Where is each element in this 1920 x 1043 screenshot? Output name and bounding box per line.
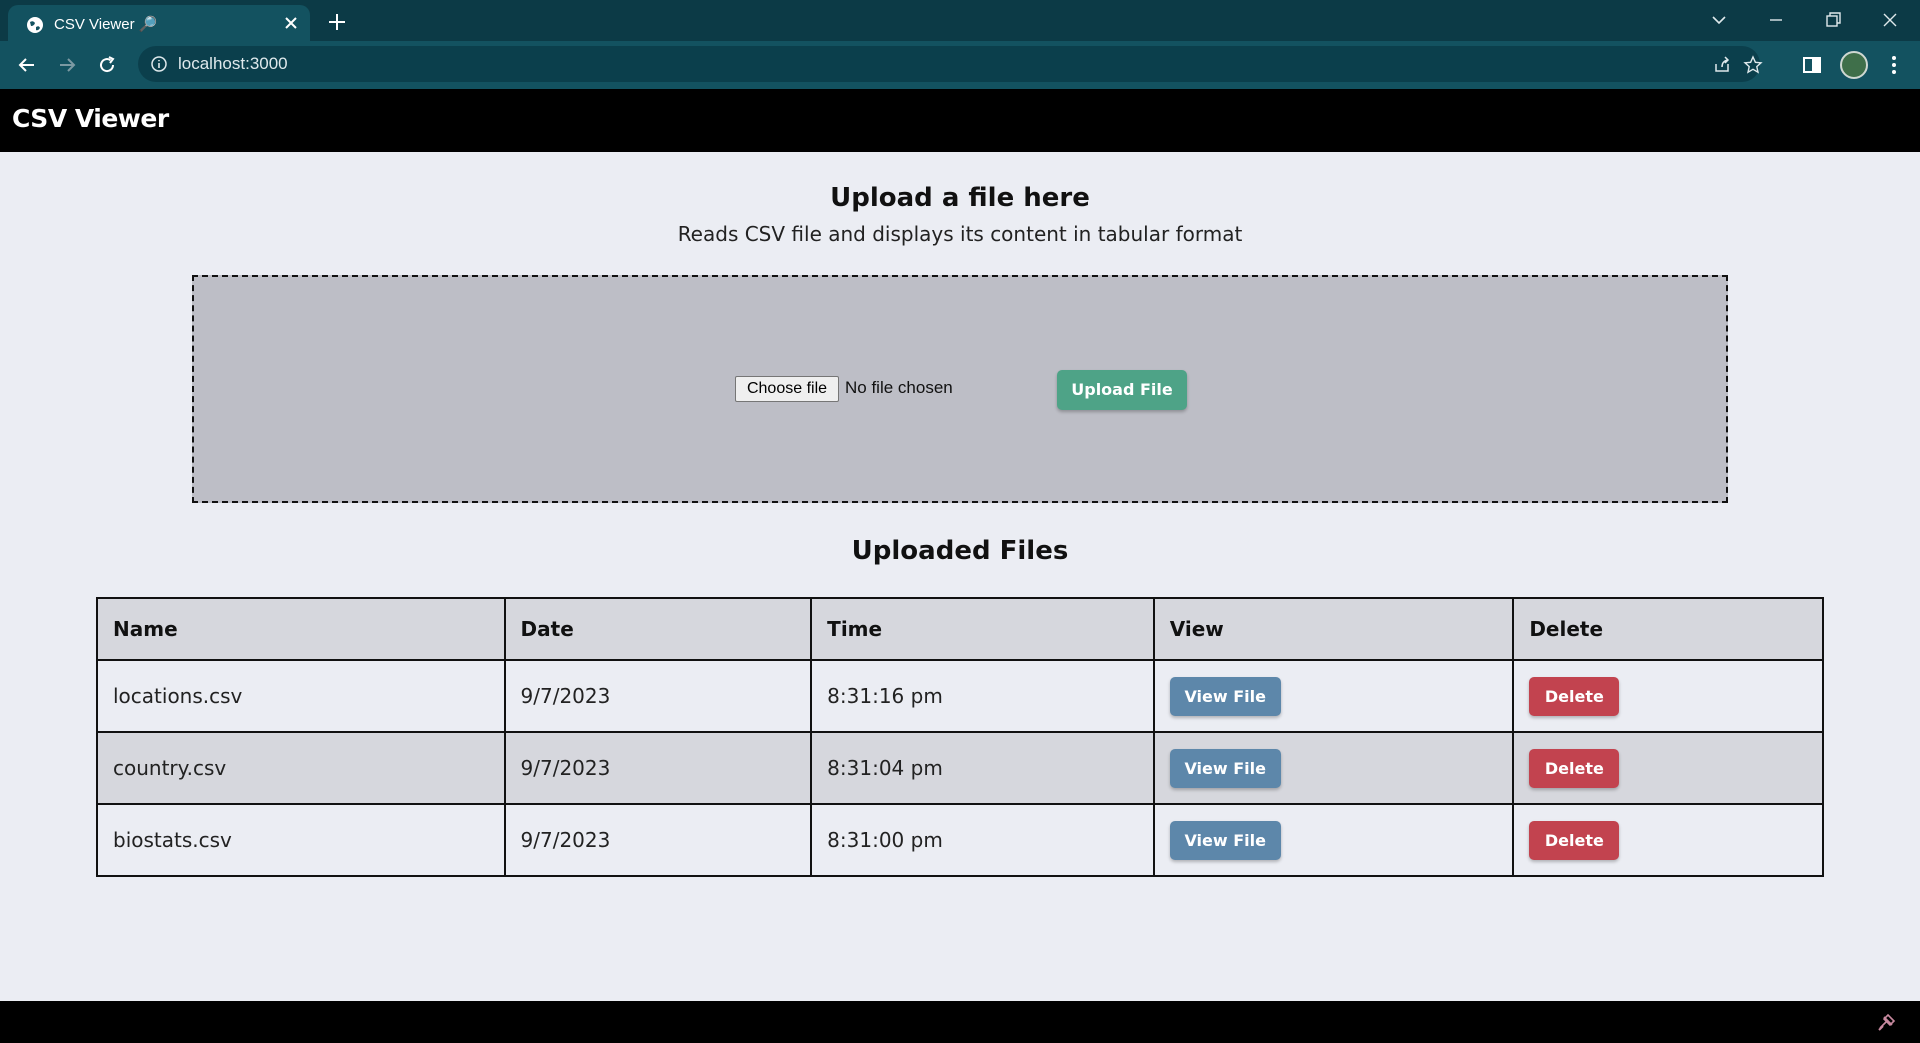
delete-cell: Delete [1512, 659, 1824, 733]
back-icon[interactable] [15, 53, 39, 77]
view-cell: View File [1152, 803, 1515, 877]
upload-subheading: Reads CSV file and displays its content … [677, 222, 1243, 246]
restore-icon[interactable] [1821, 8, 1845, 32]
address-bar[interactable]: localhost:3000 [138, 46, 1763, 82]
delete-file-button[interactable]: Delete [1529, 748, 1620, 788]
app-header: CSV Viewer [0, 89, 1920, 152]
column-header-view: View [1152, 597, 1515, 661]
file-name-cell: locations.csv [96, 659, 506, 733]
view-cell: View File [1152, 659, 1515, 733]
info-icon[interactable] [150, 55, 168, 73]
file-date-cell: 9/7/2023 [503, 803, 813, 877]
column-header-time: Time [810, 597, 1155, 661]
column-header-delete: Delete [1512, 597, 1824, 661]
view-cell: View File [1152, 731, 1515, 805]
view-file-button[interactable]: View File [1169, 748, 1281, 788]
forward-icon[interactable] [55, 53, 79, 77]
choose-file-button[interactable]: Choose file [735, 376, 839, 402]
plus-icon[interactable] [326, 11, 348, 33]
file-name-cell: country.csv [96, 731, 506, 805]
close-window-icon[interactable] [1878, 8, 1902, 32]
column-header-date: Date [503, 597, 813, 661]
uploaded-files-table: Name Date Time View Delete locations.csv… [96, 597, 1824, 877]
tab-title: CSV Viewer 🔎 [54, 16, 158, 33]
file-time-cell: 8:31:16 pm [810, 659, 1155, 733]
upload-file-button[interactable]: Upload File [1057, 370, 1187, 410]
app-title: CSV Viewer [12, 104, 169, 133]
share-icon[interactable] [1712, 55, 1732, 75]
browser-tab[interactable]: CSV Viewer 🔎 [8, 5, 310, 41]
globe-icon [27, 17, 43, 33]
file-time-cell: 8:31:04 pm [810, 731, 1155, 805]
table-row: biostats.csv 9/7/2023 8:31:00 pm View Fi… [96, 803, 1824, 877]
file-time-cell: 8:31:00 pm [810, 803, 1155, 877]
extension-icon[interactable] [1876, 1011, 1898, 1033]
upload-dropzone[interactable]: Choose file No file chosen Upload File [192, 275, 1728, 503]
delete-file-button[interactable]: Delete [1529, 820, 1620, 860]
column-header-name: Name [96, 597, 506, 661]
browser-tabstrip: CSV Viewer 🔎 [0, 0, 1920, 41]
upload-heading: Upload a file here [830, 183, 1090, 213]
chevron-down-icon[interactable] [1707, 8, 1731, 32]
view-file-button[interactable]: View File [1169, 820, 1281, 860]
file-date-cell: 9/7/2023 [503, 659, 813, 733]
table-header-row: Name Date Time View Delete [96, 597, 1824, 661]
delete-file-button[interactable]: Delete [1529, 676, 1620, 716]
url-text[interactable]: localhost:3000 [178, 54, 288, 74]
main-content: Upload a file here Reads CSV file and di… [0, 152, 1920, 1001]
more-icon[interactable] [1882, 53, 1906, 77]
table-row: locations.csv 9/7/2023 8:31:16 pm View F… [96, 659, 1824, 733]
app-footer [0, 1001, 1920, 1043]
minimize-icon[interactable] [1764, 8, 1788, 32]
close-icon[interactable] [282, 14, 300, 32]
file-name-cell: biostats.csv [96, 803, 506, 877]
browser-toolbar: localhost:3000 [0, 41, 1920, 89]
avatar[interactable] [1840, 51, 1868, 79]
reload-icon[interactable] [95, 53, 119, 77]
sidepanel-icon[interactable] [1800, 53, 1824, 77]
delete-cell: Delete [1512, 731, 1824, 805]
star-icon[interactable] [1743, 55, 1763, 75]
file-date-cell: 9/7/2023 [503, 731, 813, 805]
view-file-button[interactable]: View File [1169, 676, 1281, 716]
table-row: country.csv 9/7/2023 8:31:04 pm View Fil… [96, 731, 1824, 805]
uploaded-files-heading: Uploaded Files [851, 536, 1069, 566]
delete-cell: Delete [1512, 803, 1824, 877]
file-status-text: No file chosen [845, 378, 953, 397]
